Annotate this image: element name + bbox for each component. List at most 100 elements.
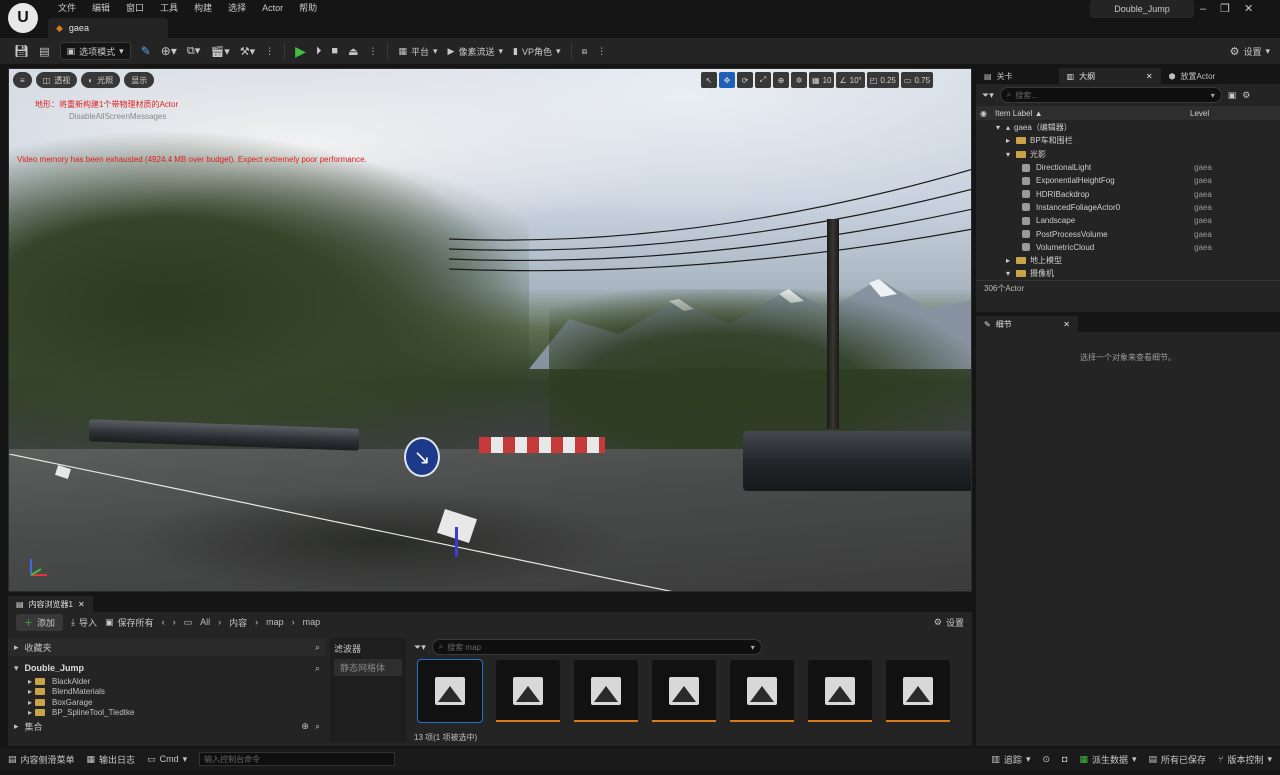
add-folder-icon[interactable]: ▣ xyxy=(1228,90,1237,101)
outliner-row[interactable]: ▸ BP车和围栏 xyxy=(976,134,1280,147)
filter-static-mesh[interactable]: 静态网格体 xyxy=(334,659,402,676)
search-icon[interactable]: ⌕ xyxy=(315,721,320,732)
asset-search-input[interactable]: ⌕ 搜索 map ▾ xyxy=(431,639,762,655)
asset-tile[interactable] xyxy=(808,660,872,722)
record-icon[interactable]: ⊙ xyxy=(1042,754,1050,765)
asset-tile[interactable] xyxy=(417,659,483,723)
unreal-logo-icon[interactable]: U xyxy=(8,3,38,33)
chevron-right-icon[interactable]: ▸ xyxy=(28,687,32,696)
outliner-row[interactable]: VolumetricCloud gaea xyxy=(976,241,1280,254)
add-actor-icon[interactable]: ⊕▾ xyxy=(161,44,177,58)
advance-frame-icon[interactable]: ⏵︎ xyxy=(316,45,322,58)
outliner-row[interactable]: ▾ 光影 xyxy=(976,148,1280,161)
gear-icon[interactable]: ⚙ xyxy=(1242,90,1250,101)
search-icon[interactable]: ⌕ xyxy=(315,663,320,674)
rotate-icon[interactable]: ⟳ xyxy=(737,72,753,88)
asset-tile[interactable] xyxy=(574,660,638,722)
forward-icon[interactable]: › xyxy=(173,617,176,627)
path-map-2[interactable]: map xyxy=(303,617,321,627)
folder-item[interactable]: ▸ BlendMaterials xyxy=(28,687,326,698)
console-input[interactable]: 输入控制台命令 xyxy=(199,752,396,766)
spline-handle[interactable] xyxy=(455,527,458,557)
blueprint-menu-icon[interactable]: ⧉▾ xyxy=(187,44,200,58)
outliner-row[interactable]: ▾ ▴ gaea（编辑器） xyxy=(976,121,1280,134)
cmd-dropdown[interactable]: ▭ Cmd ▾ xyxy=(147,754,187,765)
menu-help[interactable]: 帮助 xyxy=(291,2,325,14)
chevron-right-icon[interactable]: ▸ xyxy=(1006,136,1016,145)
col-item-label[interactable]: Item Label ▲ xyxy=(995,109,1043,118)
more-icon[interactable]: ⋮ xyxy=(597,46,606,57)
col-level[interactable]: Level xyxy=(1190,109,1209,118)
world-space-icon[interactable]: ⊕ xyxy=(773,72,789,88)
cinematics-icon[interactable]: 🎬︎▾ xyxy=(210,45,230,58)
more-icon[interactable]: ⋮ xyxy=(368,46,377,57)
pixel-streaming-button[interactable]: ▶︎ 像素流送 ▾ xyxy=(448,45,503,58)
chevron-down-icon[interactable]: ▾ xyxy=(1006,150,1016,159)
tab-place-actors[interactable]: ⬢ 放置Actor xyxy=(1161,68,1224,84)
folder-item[interactable]: ▸ BoxGarage xyxy=(28,697,326,708)
blueprint-icon[interactable]: ✎ xyxy=(141,44,151,58)
settings-button[interactable]: ⚙ 设置 ▾ xyxy=(1230,45,1270,58)
level-tab[interactable]: ◆ gaea xyxy=(48,18,168,38)
multi-user-icon[interactable]: ⧈ xyxy=(582,46,588,57)
scale-snap-button[interactable]: ◰ 0.25 xyxy=(866,72,899,88)
chevron-right-icon[interactable]: ▸ xyxy=(28,708,32,717)
folder-item[interactable]: ▸ BP_SplineTool_Tiedtke xyxy=(28,708,326,719)
vp-role-button[interactable]: ▮ VP角色 ▾ xyxy=(513,45,561,58)
eject-icon[interactable]: ⏏ xyxy=(348,45,358,58)
select-icon[interactable]: ↖ xyxy=(701,72,717,88)
menu-window[interactable]: 窗口 xyxy=(118,2,152,14)
asset-tile[interactable] xyxy=(652,660,716,722)
all-saved-button[interactable]: ▤ 所有已保存 xyxy=(1149,753,1207,766)
output-log-button[interactable]: ▦ 输出日志 xyxy=(87,753,136,766)
mode-dropdown[interactable]: ▣ 选项模式 ▾ xyxy=(59,42,131,60)
menu-actor[interactable]: Actor xyxy=(254,2,291,14)
source-control-button[interactable]: ⑂ 版本控制 ▾ xyxy=(1218,753,1272,766)
chevron-down-icon[interactable]: ▾ xyxy=(1006,269,1016,278)
tab-details[interactable]: ✎ 细节 ✕ xyxy=(976,316,1078,332)
more-icon[interactable]: ⋮ xyxy=(265,46,274,57)
visibility-icon[interactable]: ◉ xyxy=(980,109,987,118)
add-button[interactable]: ＋添加 xyxy=(16,613,64,631)
lit-button[interactable]: ◐ 光照 xyxy=(81,72,121,88)
camera-speed-button[interactable]: ▭ 0.75 xyxy=(900,72,934,88)
outliner-row[interactable]: ExponentialHeightFog gaea xyxy=(976,174,1280,187)
save-all-button[interactable]: ▣ 保存所有 xyxy=(105,616,154,629)
chevron-right-icon[interactable]: ▸ xyxy=(1006,256,1016,265)
chevron-down-icon[interactable]: ▾ xyxy=(996,123,1006,132)
menu-select[interactable]: 选择 xyxy=(220,2,254,14)
maximize-icon[interactable]: ❐ xyxy=(1220,2,1230,15)
folder-item[interactable]: ▸ BlackAlder xyxy=(28,676,326,687)
browse-icon[interactable]: ▤ xyxy=(39,45,49,58)
grid-snap-button[interactable]: ▦ 10 xyxy=(809,72,835,88)
perspective-button[interactable]: ◫ 透视 xyxy=(35,72,78,88)
search-icon[interactable]: ⌕ xyxy=(315,642,320,653)
outliner-row[interactable]: ▸ 地上模型 xyxy=(976,254,1280,267)
close-icon[interactable]: ✕ xyxy=(1063,320,1070,329)
asset-tile[interactable] xyxy=(886,660,950,722)
menu-build[interactable]: 构建 xyxy=(186,2,220,14)
asset-tile[interactable] xyxy=(496,660,560,722)
content-drawer-button[interactable]: ▤ 内容侧滑菜单 xyxy=(8,753,75,766)
outliner-row[interactable]: Landscape gaea xyxy=(976,214,1280,227)
chevron-right-icon[interactable]: ▸ xyxy=(28,698,32,707)
outliner-row[interactable]: InstancedFoliageActor0 gaea xyxy=(976,201,1280,214)
outliner-row[interactable]: ▾ 摄像机 xyxy=(976,267,1280,280)
camera-icon[interactable]: ◘ xyxy=(1062,754,1067,764)
stop-icon[interactable]: ■ xyxy=(331,45,338,57)
close-icon[interactable]: ✕ xyxy=(1244,2,1253,15)
play-icon[interactable]: ▶ xyxy=(295,43,306,60)
menu-tools[interactable]: 工具 xyxy=(152,2,186,14)
show-button[interactable]: 显示 xyxy=(124,72,155,88)
path-all[interactable]: All xyxy=(200,617,210,627)
add-icon[interactable]: ⊕ xyxy=(301,721,309,732)
tab-content-browser[interactable]: ▤ 内容浏览器1 ✕ xyxy=(8,596,93,612)
minimize-icon[interactable]: – xyxy=(1200,3,1206,15)
path-map[interactable]: map xyxy=(266,617,284,627)
trace-button[interactable]: ▥ 追踪 ▾ xyxy=(991,753,1030,766)
scale-icon[interactable]: ⤢ xyxy=(755,72,771,88)
filter-icon[interactable]: ⏷▾ xyxy=(414,642,426,653)
level-viewport[interactable]: ↘ 地形：将重新构建1个带物理材质的Actor DisableAllScreen… xyxy=(8,68,972,592)
derived-data-button[interactable]: ▦ 派生数据 ▾ xyxy=(1079,753,1136,766)
surface-snap-icon[interactable]: ✲ xyxy=(791,72,807,88)
